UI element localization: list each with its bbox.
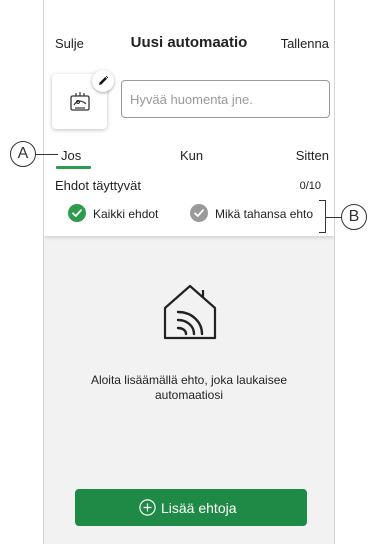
- automation-header-card: Sulje Uusi automaatio Tallenna Jos Kun S…: [44, 0, 334, 236]
- unchecked-radio-icon: [190, 204, 208, 222]
- plus-circle-icon: [139, 499, 156, 516]
- add-conditions-button[interactable]: Lisää ehtoja: [75, 489, 307, 526]
- save-button[interactable]: Tallenna: [281, 36, 329, 51]
- top-nav-bar: Sulje Uusi automaatio Tallenna: [44, 28, 334, 56]
- callout-b-line: [325, 217, 341, 219]
- active-tab-indicator: [56, 166, 91, 169]
- tab-sitten[interactable]: Sitten: [296, 148, 329, 163]
- add-conditions-label: Lisää ehtoja: [161, 500, 237, 516]
- callout-a: A: [10, 141, 36, 167]
- empty-state-text: Aloita lisäämällä ehto, joka laukaisee a…: [90, 373, 288, 402]
- callout-b: B: [341, 204, 367, 230]
- pencil-icon: [99, 75, 109, 85]
- callout-a-line: [36, 154, 58, 156]
- phone-screen: Sulje Uusi automaatio Tallenna Jos Kun S…: [43, 0, 335, 544]
- home-signal-icon: [163, 284, 217, 340]
- option-label: Kaikki ehdot: [93, 207, 159, 221]
- tab-kun[interactable]: Kun: [180, 148, 203, 163]
- checked-radio-icon: [68, 204, 86, 222]
- edit-icon-button[interactable]: [92, 70, 114, 92]
- automation-name-input[interactable]: [121, 80, 330, 118]
- automation-scene-icon: [70, 92, 90, 111]
- tab-jos[interactable]: Jos: [61, 148, 81, 163]
- tab-bar: Jos Kun Sitten: [44, 140, 334, 168]
- option-label: Mikä tahansa ehto: [215, 207, 314, 221]
- callout-b-bracket-bottom: [319, 232, 326, 234]
- callout-b-bracket: [325, 200, 327, 233]
- conditions-title: Ehdot täyttyvät: [55, 178, 141, 193]
- conditions-count: 0/10: [299, 180, 321, 192]
- callout-b-bracket-top: [319, 200, 326, 202]
